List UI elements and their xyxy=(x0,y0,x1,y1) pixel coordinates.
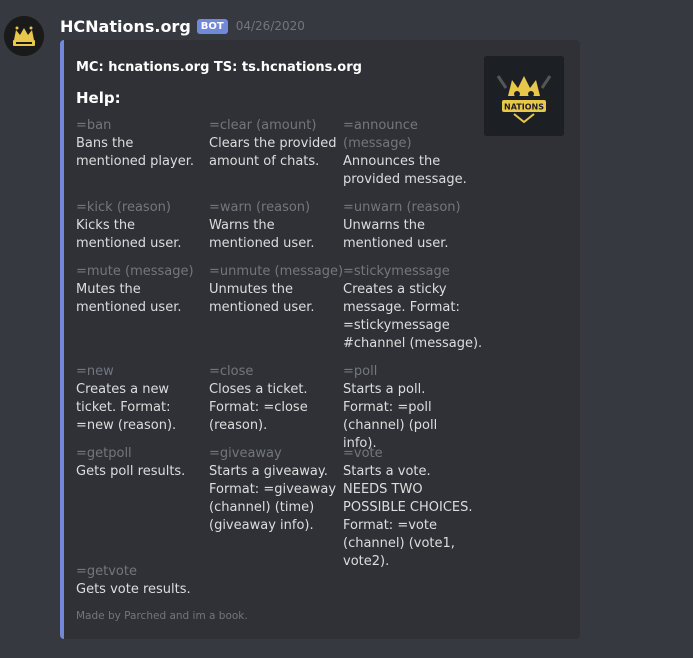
field-name: =new xyxy=(76,364,114,379)
field-name: =vote xyxy=(343,446,383,461)
field-name: =close xyxy=(209,364,254,379)
field-name: =kick (reason) xyxy=(76,200,171,215)
field-name: =unmute (message) xyxy=(209,264,344,279)
field-new: =new Creates a new ticket. Format: =new … xyxy=(76,363,206,435)
field-name: =poll xyxy=(343,364,378,379)
field-close: =close Closes a ticket. Format: =close (… xyxy=(209,363,339,435)
field-value: Unwarns the mentioned user. xyxy=(343,218,449,251)
field-value: Unmutes the mentioned user. xyxy=(209,282,315,315)
field-name: =ban xyxy=(76,118,112,133)
bot-badge: BOT xyxy=(196,18,228,34)
field-getvote: =getvote Gets vote results. xyxy=(76,563,206,599)
field-value: Announces the provided message. xyxy=(343,154,467,187)
field-value: Starts a poll. Format: =poll (channel) (… xyxy=(343,382,438,451)
field-value: Gets poll results. xyxy=(76,464,186,479)
nations-logo-icon: NATIONS xyxy=(484,56,564,136)
field-stickymessage: =stickymessage Creates a sticky message.… xyxy=(343,263,483,353)
field-clear: =clear (amount) Clears the provided amou… xyxy=(209,117,339,171)
field-vote: =vote Starts a vote. NEEDS TWO POSSIBLE … xyxy=(343,445,473,571)
field-unwarn: =unwarn (reason) Unwarns the mentioned u… xyxy=(343,199,473,253)
embed-footer: Made by Parched and im a book. xyxy=(76,610,248,622)
field-name: =clear (amount) xyxy=(209,118,317,133)
field-giveaway: =giveaway Starts a giveaway. Format: =gi… xyxy=(209,445,339,535)
field-value: Bans the mentioned player. xyxy=(76,136,194,169)
field-name: =stickymessage xyxy=(343,264,450,279)
message-header: HCNations.org BOT 04/26/2020 xyxy=(60,14,305,38)
field-value: Starts a giveaway. Format: =giveaway (ch… xyxy=(209,464,337,533)
logo-text: NATIONS xyxy=(504,103,544,112)
field-kick: =kick (reason) Kicks the mentioned user. xyxy=(76,199,206,253)
embed-thumbnail[interactable]: NATIONS xyxy=(484,56,564,136)
field-value: Creates a new ticket. Format: =new (reas… xyxy=(76,382,177,433)
field-value: Creates a sticky message. Format: =stick… xyxy=(343,282,483,351)
field-value: Starts a vote. NEEDS TWO POSSIBLE CHOICE… xyxy=(343,464,473,569)
field-name: =giveaway xyxy=(209,446,282,461)
field-unmute: =unmute (message) Unmutes the mentioned … xyxy=(209,263,344,317)
field-poll: =poll Starts a poll. Format: =poll (chan… xyxy=(343,363,473,453)
embed-author: MC: hcnations.org TS: ts.hcnations.org xyxy=(76,60,362,75)
field-name: =getpoll xyxy=(76,446,132,461)
field-ban: =ban Bans the mentioned player. xyxy=(76,117,206,171)
field-name: =announce (message) xyxy=(343,118,418,151)
field-name: =getvote xyxy=(76,564,137,579)
field-value: Warns the mentioned user. xyxy=(209,218,315,251)
field-name: =unwarn (reason) xyxy=(343,200,461,215)
field-value: Closes a ticket. Format: =close (reason)… xyxy=(209,382,308,433)
bot-message: HCNations.org BOT 04/26/2020 MC: hcnatio… xyxy=(0,0,693,658)
field-name: =mute (message) xyxy=(76,264,194,279)
field-getpoll: =getpoll Gets poll results. xyxy=(76,445,206,481)
crown-logo-icon xyxy=(4,16,44,56)
field-value: Mutes the mentioned user. xyxy=(76,282,182,315)
field-mute: =mute (message) Mutes the mentioned user… xyxy=(76,263,206,317)
field-value: Clears the provided amount of chats. xyxy=(209,136,337,169)
field-value: Gets vote results. xyxy=(76,582,191,597)
field-warn: =warn (reason) Warns the mentioned user. xyxy=(209,199,339,253)
bot-avatar[interactable] xyxy=(4,16,44,56)
username[interactable]: HCNations.org xyxy=(60,17,191,36)
embed-title: Help: xyxy=(76,89,121,107)
field-value: Kicks the mentioned user. xyxy=(76,218,182,251)
help-embed: MC: hcnations.org TS: ts.hcnations.org H… xyxy=(60,40,580,639)
field-announce: =announce (message) Announces the provid… xyxy=(343,117,483,189)
field-name: =warn (reason) xyxy=(209,200,311,215)
timestamp: 04/26/2020 xyxy=(235,19,305,33)
